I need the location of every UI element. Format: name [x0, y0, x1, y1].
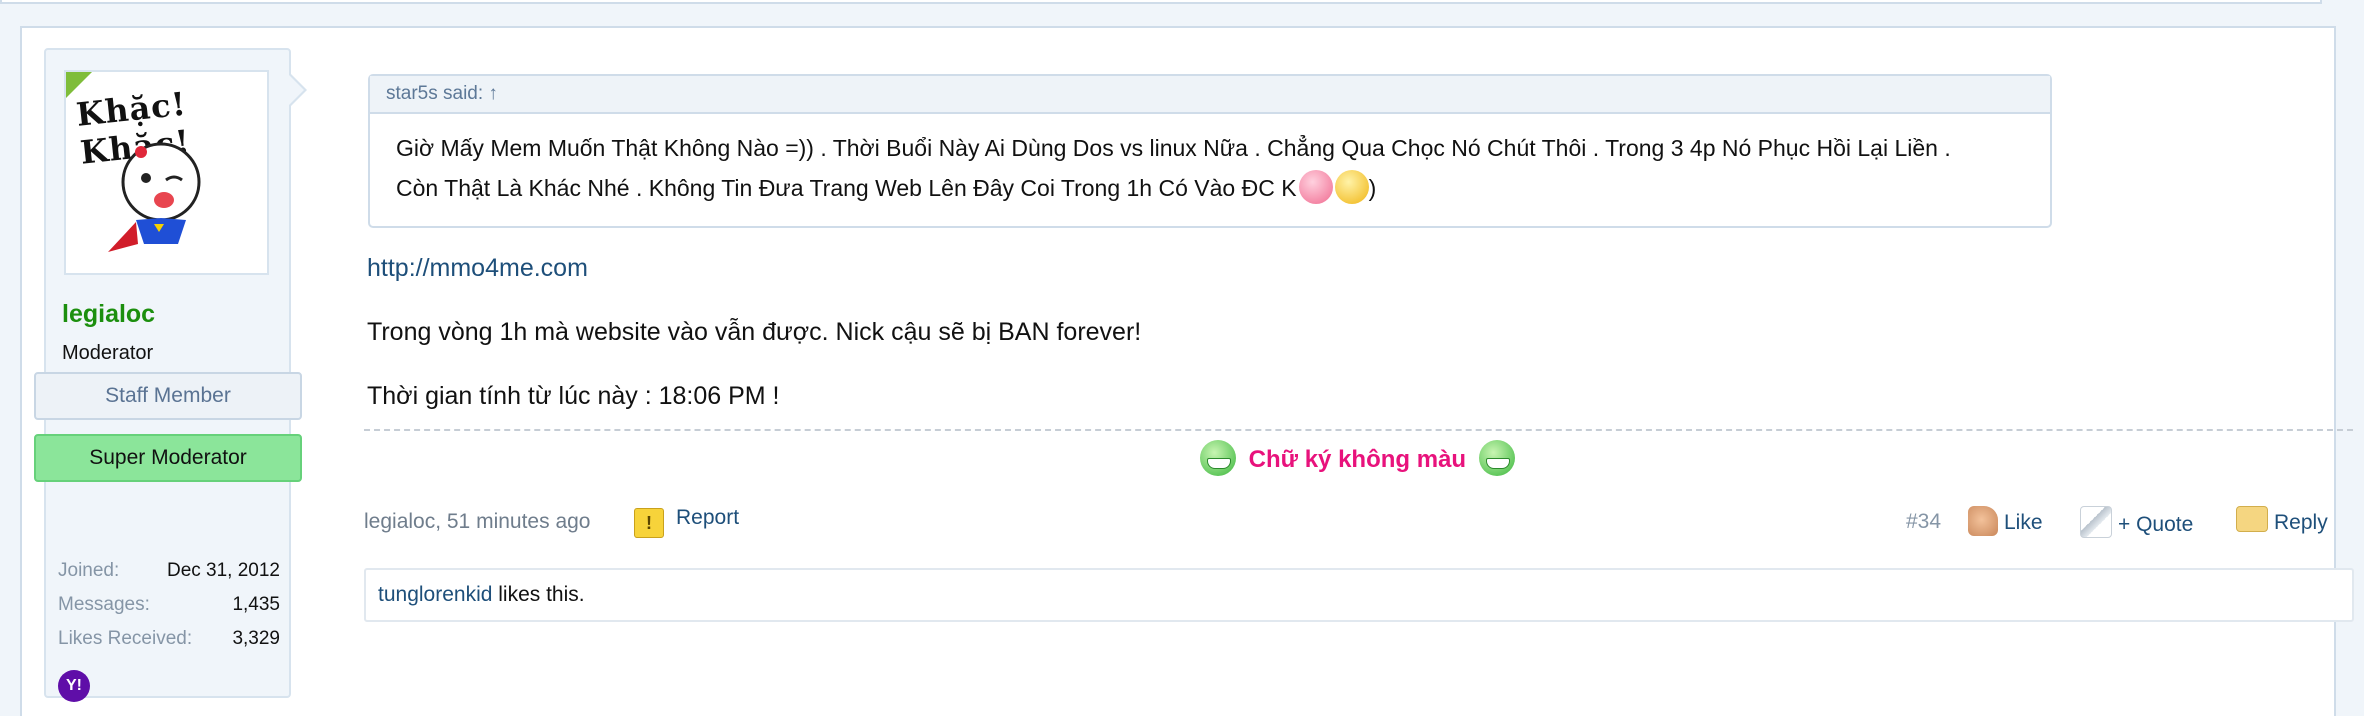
grin-emoji-icon: [1478, 440, 1515, 476]
sidebar-arrow-inner: [288, 74, 304, 106]
likes-summary: tunglorenkid likes this.: [364, 568, 2354, 622]
user-sidebar: Khặc! Khặc! legialoc Moderator Staff Mem…: [34, 48, 302, 702]
post-text-line-2: Thời gian tính từ lúc này : 18:06 PM !: [367, 382, 780, 410]
report-button[interactable]: ! Report: [634, 506, 739, 538]
joined-value: Dec 31, 2012: [166, 560, 280, 581]
quote-block: star5s said: ↑ Giờ Mấy Mem Muốn Thật Khô…: [368, 74, 2052, 228]
likes-received-label: Likes Received:: [58, 628, 193, 649]
avatar[interactable]: Khặc! Khặc!: [64, 70, 269, 275]
report-label: Report: [676, 506, 740, 529]
joined-row: Joined: Dec 31, 2012: [58, 560, 280, 582]
staff-member-badge: Staff Member: [34, 372, 302, 420]
quote-label: + Quote: [2118, 513, 2194, 536]
like-button[interactable]: Like: [1968, 506, 2043, 536]
forum-post: Khặc! Khặc! legialoc Moderator Staff Mem…: [20, 26, 2354, 716]
signature: Chữ ký không màu: [1200, 440, 1515, 476]
messages-label: Messages:: [58, 594, 150, 615]
like-label: Like: [2004, 511, 2043, 534]
reply-label: Reply: [2274, 511, 2328, 534]
previous-post-edge: [0, 0, 2322, 4]
quote-content: Giờ Mấy Mem Muốn Thật Không Nào =)) . Th…: [370, 114, 2050, 208]
post-text-line-1: Trong vòng 1h mà website vào vẫn được. N…: [367, 318, 1142, 346]
joined-label: Joined:: [58, 560, 120, 581]
thumbs-up-icon: [1968, 506, 1998, 536]
likes-received-value: 3,329: [232, 628, 280, 649]
likes-text: likes this.: [492, 583, 585, 606]
user-title: Moderator: [62, 342, 154, 364]
reply-button[interactable]: Reply: [2236, 506, 2328, 535]
warning-icon: !: [634, 508, 664, 538]
quote-line-2-end: ): [1368, 175, 1377, 201]
quote-line-1: Giờ Mấy Mem Muốn Thật Không Nào =)) . Th…: [396, 135, 1951, 161]
grin-emoji-icon: [1200, 440, 1236, 476]
super-moderator-badge: Super Moderator: [34, 434, 302, 482]
quote-icon: [2080, 506, 2112, 538]
quote-line-2: Còn Thật Là Khác Nhé . Không Tin Đưa Tra…: [396, 175, 1297, 201]
grin-smiley-icon: [1334, 170, 1369, 204]
quote-attribution[interactable]: star5s said: ↑: [370, 76, 2050, 114]
username-link[interactable]: legialoc: [62, 300, 155, 329]
post-author-time[interactable]: legialoc, 51 minutes ago: [364, 510, 590, 534]
messages-value[interactable]: 1,435: [232, 594, 280, 616]
liker-link[interactable]: tunglorenkid: [378, 583, 492, 606]
tongue-smiley-icon: [1298, 170, 1333, 204]
signature-divider: [364, 429, 2353, 431]
quote-button[interactable]: + Quote: [2080, 506, 2193, 538]
yahoo-icon[interactable]: Y!: [58, 670, 90, 702]
post-number[interactable]: #34: [1906, 510, 1941, 534]
signature-text: Chữ ký không màu: [1248, 446, 1467, 473]
cartoon-avatar-icon: [108, 142, 201, 252]
likes-received-row: Likes Received: 3,329: [58, 628, 280, 650]
post-link[interactable]: http://mmo4me.com: [367, 254, 588, 283]
speech-bubble-icon: [2236, 506, 2268, 532]
messages-row: Messages: 1,435: [58, 594, 280, 616]
